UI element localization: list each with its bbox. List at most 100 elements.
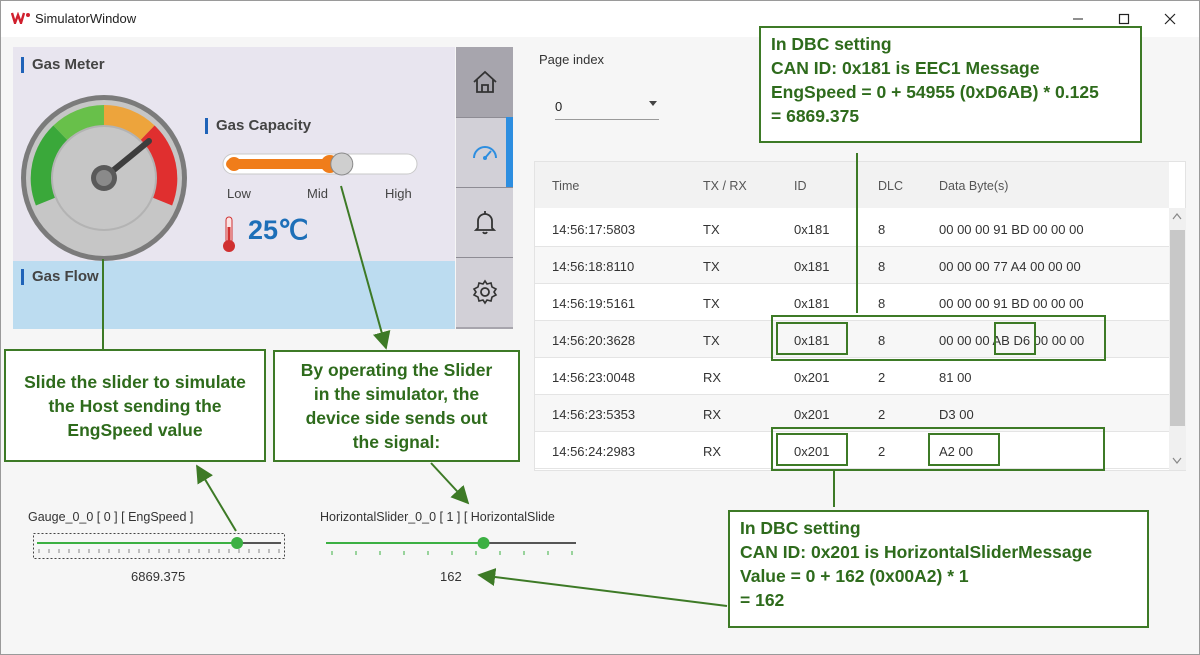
cell-txrx: RX: [703, 370, 722, 385]
callout-eec1-dbc: In DBC setting CAN ID: 0x181 is EEC1 Mes…: [759, 26, 1142, 143]
capacity-mid-label: Mid: [307, 186, 328, 201]
nav-divider: [456, 117, 513, 118]
horizontal-slider[interactable]: [324, 533, 578, 559]
nav-alarm[interactable]: [456, 187, 513, 257]
scroll-thumb[interactable]: [1170, 230, 1185, 426]
bell-icon: [473, 211, 496, 235]
cell-id: 0x181: [794, 259, 830, 274]
callout-text: the Host sending the: [48, 395, 222, 416]
scroll-down-icon[interactable]: [1172, 457, 1182, 465]
capacity-low-label: Low: [227, 186, 251, 201]
id-highlight-box: [776, 433, 848, 466]
thermometer-icon: [223, 216, 235, 252]
cell-id: 0x181: [794, 222, 830, 237]
cell-txrx: TX: [703, 222, 720, 237]
gas-flow-title: Gas Flow: [21, 269, 99, 285]
table-row[interactable]: 14:56:18:8110 TX 0x181 8 00 00 00 77 A4 …: [535, 247, 1169, 284]
cell-dlc: 8: [878, 222, 886, 237]
app-logo-icon: [11, 12, 30, 24]
nav-home[interactable]: [456, 47, 513, 117]
callout-device-signal: By operating the Slider in the simulator…: [273, 350, 520, 462]
callout-text: the signal:: [352, 432, 441, 452]
header-txrx: TX / RX: [703, 179, 747, 193]
cell-time: 14:56:20:3628: [552, 333, 636, 348]
slider-widget-label: HorizontalSlider_0_0 [ 1 ] [ HorizontalS…: [320, 510, 555, 524]
gauge-icon: [472, 146, 497, 160]
gas-meter-gauge: [21, 95, 187, 261]
hmi-panel: Gas Meter Gas Capacity Gas Flow Low Mid …: [13, 47, 455, 329]
slider-widget-value: 162: [440, 569, 462, 584]
cell-time: 14:56:24:2983: [552, 444, 636, 459]
cell-time: 14:56:18:8110: [552, 259, 635, 274]
close-icon: [1164, 13, 1176, 25]
gas-meter-title: Gas Meter: [21, 57, 105, 73]
gas-capacity-slider[interactable]: [221, 151, 419, 177]
gas-capacity-title: Gas Capacity: [205, 118, 311, 134]
cell-id: 0x201: [794, 407, 830, 422]
cell-txrx: TX: [703, 333, 720, 348]
callout-text: In DBC setting: [740, 518, 861, 538]
cell-dlc: 8: [878, 296, 886, 311]
cell-data: 00 00 00 91 BD 00 00 00: [939, 222, 1084, 237]
capacity-high-label: High: [385, 186, 412, 201]
cell-time: 14:56:19:5161: [552, 296, 636, 311]
simulator-window: SimulatorWindow Gas Meter Gas Capacity G…: [0, 0, 1200, 655]
scroll-up-icon[interactable]: [1172, 212, 1182, 220]
bytes-highlight-box: [928, 433, 1000, 466]
callout-text: Value = 0 + 162 (0x00A2) * 1: [740, 566, 969, 586]
cell-id: 0x181: [794, 296, 830, 311]
gauge-widget-label: Gauge_0_0 [ 0 ] [ EngSpeed ]: [28, 510, 194, 524]
gear-icon: [472, 279, 497, 305]
callout-text: EngSpeed = 0 + 54955 (0xD6AB) * 0.125: [771, 82, 1099, 102]
maximize-icon: [1118, 13, 1130, 25]
cell-txrx: RX: [703, 407, 722, 422]
callout-text: device side sends out: [305, 408, 488, 428]
callout-text: By operating the Slider: [300, 360, 493, 380]
cell-txrx: TX: [703, 259, 720, 274]
callout-text: CAN ID: 0x201 is HorizontalSliderMessage: [740, 542, 1093, 562]
callout-text: = 162: [740, 590, 785, 610]
table-header: Time TX / RX ID DLC Data Byte(s): [535, 162, 1169, 208]
close-button[interactable]: [1147, 5, 1193, 33]
callout-text: EngSpeed value: [67, 419, 203, 440]
cell-txrx: RX: [703, 444, 722, 459]
cell-txrx: TX: [703, 296, 720, 311]
header-dlc: DLC: [878, 179, 904, 193]
cell-dlc: 2: [878, 370, 886, 385]
chevron-down-icon: [649, 101, 657, 106]
home-icon: [472, 70, 497, 93]
table-row[interactable]: 14:56:17:5803 TX 0x181 8 00 00 00 91 BD …: [535, 210, 1169, 247]
nav-gauge[interactable]: [456, 117, 513, 187]
cell-dlc: 2: [878, 407, 886, 422]
page-index-select[interactable]: 0: [555, 96, 659, 120]
cell-time: 14:56:23:5353: [552, 407, 636, 422]
nav-settings[interactable]: [456, 257, 513, 327]
gauge-widget-value: 6869.375: [131, 569, 186, 584]
callout-host-slider: Slide the slider to simulate the Host se…: [4, 349, 266, 462]
minimize-icon: [1073, 18, 1083, 20]
callout-horizontal-slider-dbc: In DBC setting CAN ID: 0x201 is Horizont…: [728, 510, 1149, 628]
nav-active-indicator: [506, 117, 513, 187]
nav-divider: [456, 257, 513, 258]
table-scrollbar[interactable]: [1169, 208, 1186, 470]
callout-text: Slide the slider to simulate: [24, 371, 246, 392]
bytes-highlight-box: [994, 322, 1036, 355]
page-index-label: Page index: [539, 52, 605, 67]
id-highlight-box: [776, 322, 848, 355]
page-index-value: 0: [555, 99, 563, 114]
cell-data: 00 00 00 77 A4 00 00 00: [939, 259, 1081, 274]
cell-data: D3 00: [939, 407, 974, 422]
cell-time: 14:56:17:5803: [552, 222, 636, 237]
callout-text: CAN ID: 0x181 is EEC1 Message: [771, 58, 1040, 78]
cell-data: 00 00 00 91 BD 00 00 00: [939, 296, 1084, 311]
table-row[interactable]: 14:56:23:0048 RX 0x201 2 81 00: [535, 358, 1169, 395]
cell-dlc: 8: [878, 259, 886, 274]
header-id: ID: [794, 179, 807, 193]
cell-id: 0x201: [794, 370, 830, 385]
callout-text: = 6869.375: [771, 106, 860, 126]
cell-time: 14:56:23:0048: [552, 370, 636, 385]
engspeed-gauge-slider[interactable]: [33, 533, 285, 559]
callout-text: In DBC setting: [771, 34, 892, 54]
nav-divider: [456, 187, 513, 188]
cell-data: 81 00: [939, 370, 972, 385]
